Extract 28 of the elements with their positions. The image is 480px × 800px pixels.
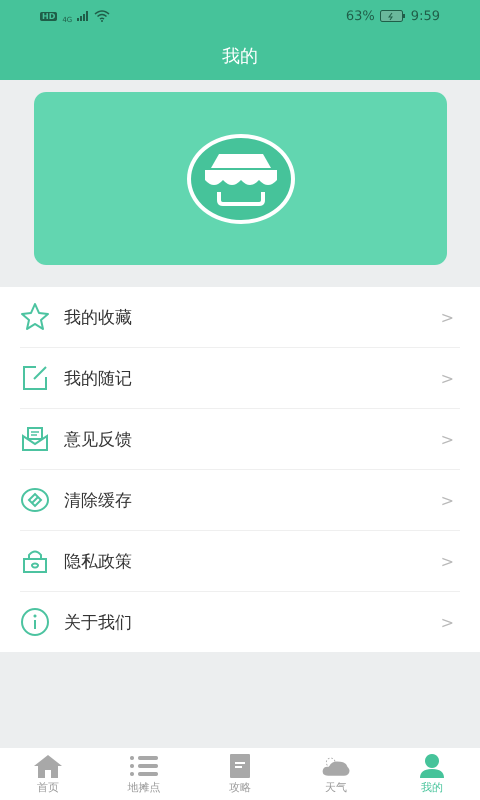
person-icon	[417, 754, 447, 778]
menu-item[interactable]: 关于我们 >	[20, 592, 460, 652]
home-icon	[33, 754, 63, 778]
chevron-icon: >	[440, 490, 454, 510]
broom-icon	[20, 485, 50, 515]
signal-icon	[77, 11, 90, 21]
menu-item[interactable]: 我的收藏 >	[20, 287, 460, 348]
chevron-icon: >	[440, 430, 454, 448]
mail-icon	[20, 424, 50, 454]
info-icon	[20, 607, 50, 637]
wifi-icon	[94, 10, 110, 22]
battery-icon	[380, 10, 406, 22]
chevron-icon: >	[440, 612, 454, 632]
hd-badge: HD	[40, 12, 58, 20]
chevron-icon: >	[440, 368, 454, 388]
battery-percent: 63%	[346, 8, 375, 24]
menu-item[interactable]: 意见反馈 >	[20, 409, 460, 470]
page-title: 我的	[222, 45, 258, 69]
edit-icon	[20, 363, 50, 393]
shop-logo-icon	[186, 134, 294, 224]
clock-time: 9:59	[410, 8, 440, 24]
list-icon	[129, 754, 159, 778]
star-icon	[20, 302, 50, 332]
menu-item[interactable]: 我的随记 >	[20, 348, 460, 409]
chevron-icon: >	[440, 552, 454, 570]
menu-item[interactable]: 隐私政策 >	[20, 531, 460, 592]
chevron-icon: >	[440, 308, 454, 326]
menu-item[interactable]: 清除缓存 >	[20, 470, 460, 531]
